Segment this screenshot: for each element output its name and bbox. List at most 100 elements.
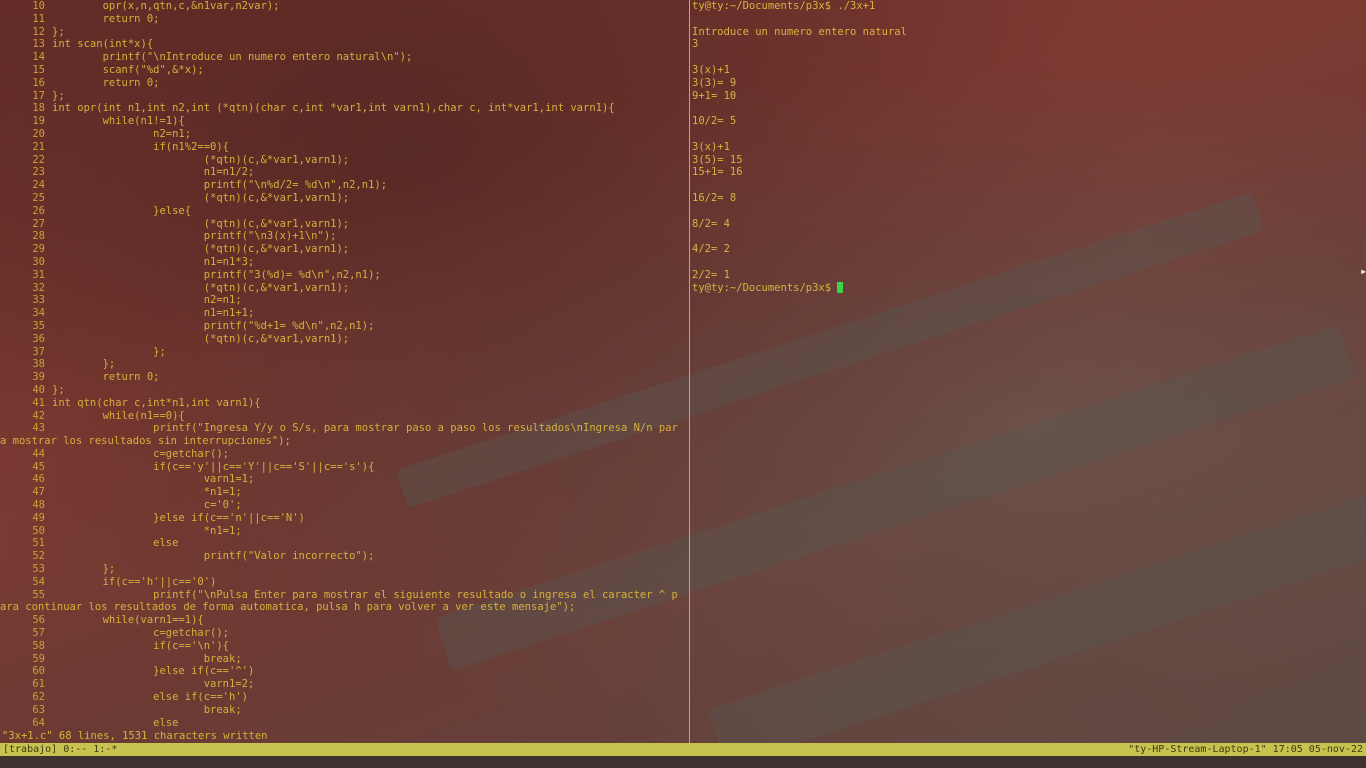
editor-line[interactable]: 30 n1=n1*3;	[0, 256, 688, 269]
editor-line[interactable]: 36 (*qtn)(c,&*var1,varn1);	[0, 333, 688, 346]
line-number: 15	[32, 63, 45, 76]
editor-line[interactable]: 41 int qtn(char c,int*n1,int varn1){	[0, 397, 688, 410]
terminal-prompt[interactable]: ty@ty:~/Documents/p3x$	[692, 281, 1366, 295]
editor-line[interactable]: 56 while(varn1==1){	[0, 614, 688, 627]
editor-line[interactable]: 27 (*qtn)(c,&*var1,varn1);	[0, 218, 688, 231]
code-text: *n1=1;	[52, 524, 242, 537]
editor-line[interactable]: a mostrar los resultados sin interrupcio…	[0, 435, 688, 448]
editor-line[interactable]: 39 return 0;	[0, 371, 688, 384]
code-text: (*qtn)(c,&*var1,varn1);	[52, 281, 350, 294]
editor-line[interactable]: 53 };	[0, 563, 688, 576]
editor-pane[interactable]: 10 opr(x,n,qtn,c,&n1var,n2var); 11 return…	[0, 0, 688, 743]
line-number: 50	[32, 524, 45, 537]
editor-line[interactable]: 54 if(c=='h'||c=='0')	[0, 576, 688, 589]
line-number: 14	[32, 51, 45, 64]
editor-line[interactable]: 37 };	[0, 346, 688, 359]
editor-line[interactable]: 11 return 0;	[0, 13, 688, 26]
editor-line[interactable]: 21 if(n1%2==0){	[0, 141, 688, 154]
editor-line[interactable]: 50 *n1=1;	[0, 525, 688, 538]
code-text: printf("\n%d/2= %d\n",n2,n1);	[52, 179, 388, 192]
editor-line[interactable]: 22 (*qtn)(c,&*var1,varn1);	[0, 154, 688, 167]
editor-line[interactable]: 10 opr(x,n,qtn,c,&n1var,n2var);	[0, 0, 688, 13]
editor-line[interactable]: 14 printf("\nIntroduce un numero entero …	[0, 51, 688, 64]
editor-line[interactable]: 59 break;	[0, 653, 688, 666]
line-number: 61	[32, 678, 45, 691]
editor-line[interactable]: 42 while(n1==0){	[0, 410, 688, 423]
editor-line[interactable]: 61 varn1=2;	[0, 678, 688, 691]
editor-line[interactable]: 51 else	[0, 537, 688, 550]
line-number: 31	[32, 268, 45, 281]
line-number: 54	[32, 575, 45, 588]
editor-line[interactable]: 28 printf("\n3(x)+1\n");	[0, 230, 688, 243]
line-number: 36	[32, 332, 45, 345]
editor-line[interactable]: 64 else	[0, 717, 688, 730]
editor-line[interactable]: 32 (*qtn)(c,&*var1,varn1);	[0, 282, 688, 295]
code-text: else	[52, 716, 179, 729]
editor-line[interactable]: 34 n1=n1+1;	[0, 307, 688, 320]
editor-line[interactable]: 45 if(c=='y'||c=='Y'||c=='S'||c=='s'){	[0, 461, 688, 474]
line-number: 55	[32, 588, 45, 601]
terminal-pane[interactable]: ty@ty:~/Documents/p3x$ ./3x+1 Introduce u…	[692, 0, 1366, 743]
code-text: }else{	[52, 204, 192, 217]
editor-line[interactable]: 20 n2=n1;	[0, 128, 688, 141]
editor-line[interactable]: 16 return 0;	[0, 77, 688, 90]
code-text: c='0';	[52, 499, 242, 512]
terminal-line: Introduce un numero entero natural	[692, 25, 907, 38]
editor-line[interactable]: 58 if(c=='\n'){	[0, 640, 688, 653]
line-number: 33	[32, 294, 45, 307]
status-left[interactable]: [trabajo] 0:-- 1:-*	[3, 743, 117, 756]
editor-line[interactable]: 31 printf("3(%d)= %d\n",n2,n1);	[0, 269, 688, 282]
editor-line[interactable]: 17};	[0, 90, 688, 103]
line-number: 10	[32, 0, 45, 12]
editor-line[interactable]: 49 }else if(c=='n'||c=='N')	[0, 512, 688, 525]
line-number: 57	[32, 627, 45, 640]
line-number: 35	[32, 319, 45, 332]
editor-line[interactable]: 29 (*qtn)(c,&*var1,varn1);	[0, 243, 688, 256]
line-number: 63	[32, 703, 45, 716]
editor-line[interactable]: 12};	[0, 26, 688, 39]
editor-line[interactable]: 63 break;	[0, 704, 688, 717]
editor-line[interactable]: 52 printf("Valor incorrecto");	[0, 550, 688, 563]
editor-line[interactable]: 15 scanf("%d",&*x);	[0, 64, 688, 77]
editor-line[interactable]: 46 varn1=1;	[0, 473, 688, 486]
editor-line[interactable]: 13 int scan(int*x){	[0, 38, 688, 51]
editor-line[interactable]: 55 printf("\nPulsa Enter para mostrar el…	[0, 589, 688, 602]
code-text: (*qtn)(c,&*var1,varn1);	[52, 153, 350, 166]
code-text: }else if(c=='^')	[52, 665, 255, 678]
editor-line[interactable]: 33 n2=n1;	[0, 294, 688, 307]
editor-line[interactable]: 35 printf("%d+1= %d\n",n2,n1);	[0, 320, 688, 333]
line-number: 17	[32, 89, 45, 102]
editor-line[interactable]: 23 n1=n1/2;	[0, 166, 688, 179]
editor-line[interactable]: 40};	[0, 384, 688, 397]
editor-line[interactable]: 44 c=getchar();	[0, 448, 688, 461]
editor-line[interactable]: 48 c='0';	[0, 499, 688, 512]
terminal-line: 3(x)+1	[692, 63, 730, 76]
line-number: 40	[32, 383, 45, 396]
code-text: varn1=1;	[52, 473, 255, 486]
code-text: };	[52, 345, 166, 358]
editor-line[interactable]: 18 int opr(int n1,int n2,int (*qtn)(char …	[0, 102, 688, 115]
editor-line[interactable]: 57 c=getchar();	[0, 627, 688, 640]
editor-line[interactable]: 47 *n1=1;	[0, 486, 688, 499]
editor-line[interactable]: 60 }else if(c=='^')	[0, 665, 688, 678]
editor-line[interactable]: 26 }else{	[0, 205, 688, 218]
terminal-line: 10/2= 5	[692, 115, 737, 128]
editor-line[interactable]: 43 printf("Ingresa Y/y o S/s, para mostr…	[0, 422, 688, 435]
editor-line[interactable]: 24 printf("\n%d/2= %d\n",n2,n1);	[0, 179, 688, 192]
editor-line[interactable]: 19 while(n1!=1){	[0, 115, 688, 128]
line-number: 30	[32, 255, 45, 268]
editor-line[interactable]: 25 (*qtn)(c,&*var1,varn1);	[0, 192, 688, 205]
editor-line[interactable]: 38 };	[0, 358, 688, 371]
line-number: 23	[32, 166, 45, 179]
code-text: a mostrar los resultados sin interrupcio…	[0, 435, 291, 448]
code-text: else if(c=='h')	[52, 691, 248, 704]
editor-line[interactable]: ara continuar los resultados de forma au…	[0, 601, 688, 614]
line-number: 22	[32, 153, 45, 166]
pane-divider[interactable]	[689, 0, 690, 743]
code-text: opr(x,n,qtn,c,&n1var,n2var);	[52, 0, 280, 12]
code-text: while(varn1==1){	[52, 614, 204, 627]
editor-line[interactable]: 62 else if(c=='h')	[0, 691, 688, 704]
line-number: 53	[32, 563, 45, 576]
terminal-line: 3(5)= 15	[692, 153, 743, 166]
